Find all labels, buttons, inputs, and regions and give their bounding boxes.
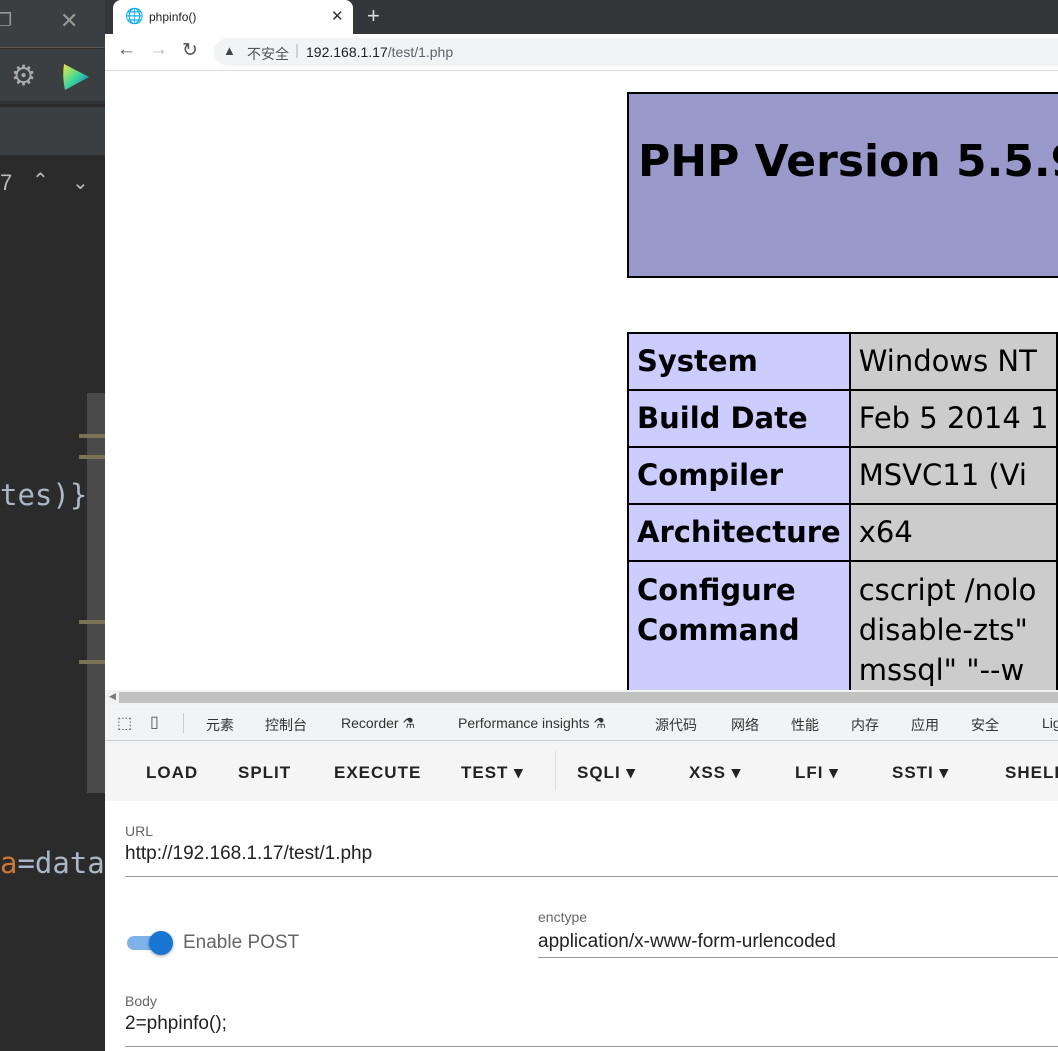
code-line: a=data [0,846,105,880]
enctype-label: enctype [538,909,588,925]
scrollbar[interactable] [87,393,105,793]
load-button[interactable]: LOAD [146,763,198,783]
body-field[interactable]: 2=phpinfo(); [125,1013,227,1035]
ide-panel-header [0,107,105,155]
page-title: PHP Version 5.5.9 [638,136,1058,187]
php-info-table: System Windows NT Build Date Feb 5 2014 1 … [627,332,1058,690]
table-row: Compiler MSVC11 (Vi [627,446,1058,505]
ide-panel: ❐ ✕ ⚙ 7 ⌃ ⌄ tes)} a=data [0,0,105,1051]
hackbar-form: URL http://192.168.1.17/test/1.php Enabl… [105,801,1058,1051]
omnibox[interactable]: ▲ 不安全 | 192.168.1.17/test/1.php [214,38,1058,66]
close-tab-icon[interactable]: ✕ [331,7,344,25]
devtools-tab[interactable]: 源代码 [655,715,697,735]
lfi-dropdown[interactable]: LFI ▾ [795,763,839,783]
page-content: PHP Version 5.5.9 System Windows NT Build… [105,71,1058,690]
new-tab-button[interactable]: + [367,3,380,29]
table-row: Architecture x64 [627,503,1058,562]
warning-icon: ▲ [223,43,236,58]
devtools-tab[interactable]: Performance insights ⚗ [458,715,606,732]
test-dropdown[interactable]: TEST ▾ [461,763,524,783]
device-toolbar-icon[interactable]: ▯ [150,712,159,732]
table-row: Build Date Feb 5 2014 1 [627,389,1058,448]
ssti-dropdown[interactable]: SSTI ▾ [892,763,949,783]
body-label: Body [125,993,157,1009]
devtools-tab[interactable]: 内存 [851,715,879,735]
reload-icon[interactable]: ↻ [182,39,198,62]
close-icon[interactable]: ✕ [60,8,78,34]
xss-dropdown[interactable]: XSS ▾ [689,763,741,783]
devtools-tab[interactable]: 控制台 [265,715,307,735]
marker [79,660,105,664]
code-line: tes)} [0,478,88,512]
tab-title: phpinfo() [149,10,197,24]
devtools-tab[interactable]: 元素 [206,715,234,735]
sqli-dropdown[interactable]: SQLI ▾ [577,763,636,783]
split-button[interactable]: SPLIT [238,763,291,783]
marker [79,434,105,438]
scroll-left-icon[interactable]: ◀ [109,691,116,702]
scrollbar-thumb[interactable] [119,692,1058,703]
forward-icon[interactable]: → [149,39,168,61]
gear-icon[interactable]: ⚙ [11,59,36,92]
enctype-select[interactable]: application/x-www-form-urlencoded [538,931,836,953]
url-label: URL [125,823,154,839]
shell-dropdown[interactable]: SHELL [1005,763,1058,783]
marker [79,620,105,624]
marker [79,455,105,459]
devtools-tabbar: ⬚ ▯ 元素 控制台 Recorder ⚗ Performance insigh… [105,705,1058,741]
devtools-tab[interactable]: 安全 [971,715,999,735]
devtools-tab[interactable]: Lig [1042,715,1058,731]
enable-post-toggle[interactable] [127,931,173,955]
execute-button[interactable]: EXECUTE [334,763,421,783]
devtools-tab[interactable]: 应用 [911,715,939,735]
url-field[interactable]: http://192.168.1.17/test/1.php [125,843,372,865]
url-text[interactable]: 192.168.1.17/test/1.php [306,44,453,60]
ide-toolbar: ⚙ [0,49,105,104]
devtools-tab[interactable]: 性能 [791,715,819,735]
search-count: 7 [0,170,13,195]
inspect-icon[interactable]: ⬚ [117,713,132,733]
ide-titlebar: ❐ ✕ [0,0,105,48]
table-row: System Windows NT [627,332,1058,391]
browser-tab[interactable]: 🌐 phpinfo() ✕ [113,0,353,34]
app-logo-icon[interactable] [62,62,90,92]
back-icon[interactable]: ← [117,39,136,61]
enable-post-label: Enable POST [183,932,300,953]
restore-icon[interactable]: ❐ [0,10,12,31]
security-label[interactable]: 不安全 [247,44,289,64]
chevron-up-icon[interactable]: ⌃ [32,168,49,193]
devtools-tab[interactable]: Recorder ⚗ [341,715,415,732]
horizontal-scrollbar[interactable]: ◀ [105,690,1058,705]
chevron-down-icon[interactable]: ⌄ [72,170,89,195]
globe-icon: 🌐 [125,8,144,25]
php-header: PHP Version 5.5.9 [627,92,1058,278]
devtools-tab[interactable]: 网络 [731,715,759,735]
table-row: Configure Command cscript /nolo disable-z… [627,560,1058,690]
hackbar-toolbar: LOAD SPLIT EXECUTE TEST ▾ SQLI ▾ XSS ▾ L… [105,741,1058,801]
